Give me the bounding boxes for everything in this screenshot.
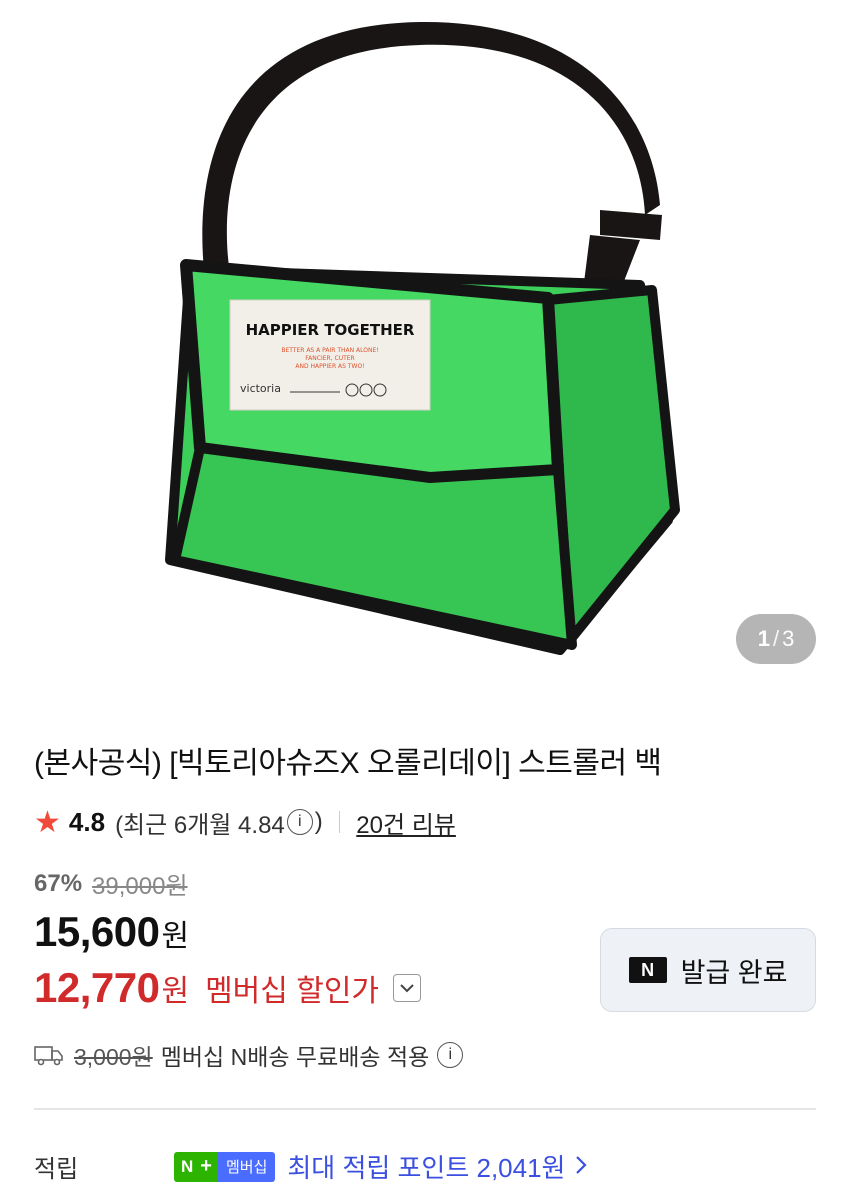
star-icon: ★ xyxy=(34,805,61,839)
product-image-gallery[interactable]: HAPPIER TOGETHER BETTER AS A PAIR THAN A… xyxy=(0,0,850,690)
bag-label-patch: HAPPIER TOGETHER BETTER AS A PAIR THAN A… xyxy=(229,299,431,411)
coupon-issued-button[interactable]: N 발급 완료 xyxy=(600,928,816,1012)
badge-n: N xyxy=(174,1151,201,1182)
badge-member: 멤버십 xyxy=(217,1151,276,1182)
label-brand: victoria xyxy=(240,382,281,395)
badge-plus: + xyxy=(200,1151,218,1182)
chevron-right-icon[interactable] xyxy=(575,1151,588,1182)
max-points-text: 최대 적립 포인트 2,041원 xyxy=(287,1153,566,1183)
shipping-info-icon[interactable]: i xyxy=(437,1042,464,1068)
product-image: HAPPIER TOGETHER BETTER AS A PAIR THAN A… xyxy=(165,21,680,655)
divider xyxy=(338,811,341,833)
original-price: 39,000원 xyxy=(92,873,188,900)
chevron-down-icon[interactable] xyxy=(393,974,422,1002)
discount-row: 67% 39,000원 xyxy=(34,866,188,901)
product-title: (본사공식) [빅토리아슈즈X 오롤리데이] 스트롤러 백 xyxy=(34,747,662,780)
member-price: 12,770 xyxy=(34,964,160,1011)
price-row: 15,600 원 xyxy=(34,908,189,956)
total-pages: 3 xyxy=(782,626,795,651)
label-headline: HAPPIER TOGETHER xyxy=(246,321,415,339)
section-divider xyxy=(34,1108,816,1110)
sale-price-unit: 원 xyxy=(161,920,190,953)
current-page: 1 xyxy=(757,626,770,651)
shipping-row: 3,000원 멤버십 N배송 무료배송 적용 i xyxy=(34,1038,465,1072)
points-row[interactable]: 적립 N + 멤버십 최대 적립 포인트 2,041원 xyxy=(34,1148,588,1185)
shipping-fee: 3,000원 xyxy=(74,1044,153,1070)
page-separator: / xyxy=(772,626,780,651)
member-price-row[interactable]: 12,770 원 멤버십 할인가 xyxy=(34,964,422,1012)
image-page-indicator: 1 / 3 xyxy=(736,614,816,664)
label-line-2: FANCIER, CUTER xyxy=(305,355,354,362)
sale-price: 15,600 xyxy=(34,908,160,955)
recent-rating-text: (최근 6개월 4.84 xyxy=(115,811,285,839)
rating-score: 4.8 xyxy=(68,806,106,837)
member-price-unit: 원 xyxy=(161,975,190,1008)
review-count-link[interactable]: 20건 리뷰 xyxy=(356,805,456,840)
naver-n-icon: N xyxy=(628,957,667,983)
points-label: 적립 xyxy=(34,1156,79,1183)
label-line-3: AND HAPPIER AS TWO! xyxy=(295,363,364,370)
coupon-label: 발급 완료 xyxy=(680,957,788,988)
rating-row: ★ 4.8 (최근 6개월 4.84 i ) 20건 리뷰 xyxy=(34,802,456,842)
member-price-label: 멤버십 할인가 xyxy=(205,975,380,1008)
discount-rate: 67% xyxy=(34,869,83,897)
recent-rating-close: ) xyxy=(314,808,323,835)
shipping-text: 멤버십 N배송 무료배송 적용 xyxy=(160,1044,430,1070)
naver-plus-membership-badge: N + 멤버십 xyxy=(174,1151,276,1182)
info-icon[interactable]: i xyxy=(286,809,313,835)
label-line-1: BETTER AS A PAIR THAN ALONE! xyxy=(281,347,378,354)
truck-icon xyxy=(34,1044,64,1066)
